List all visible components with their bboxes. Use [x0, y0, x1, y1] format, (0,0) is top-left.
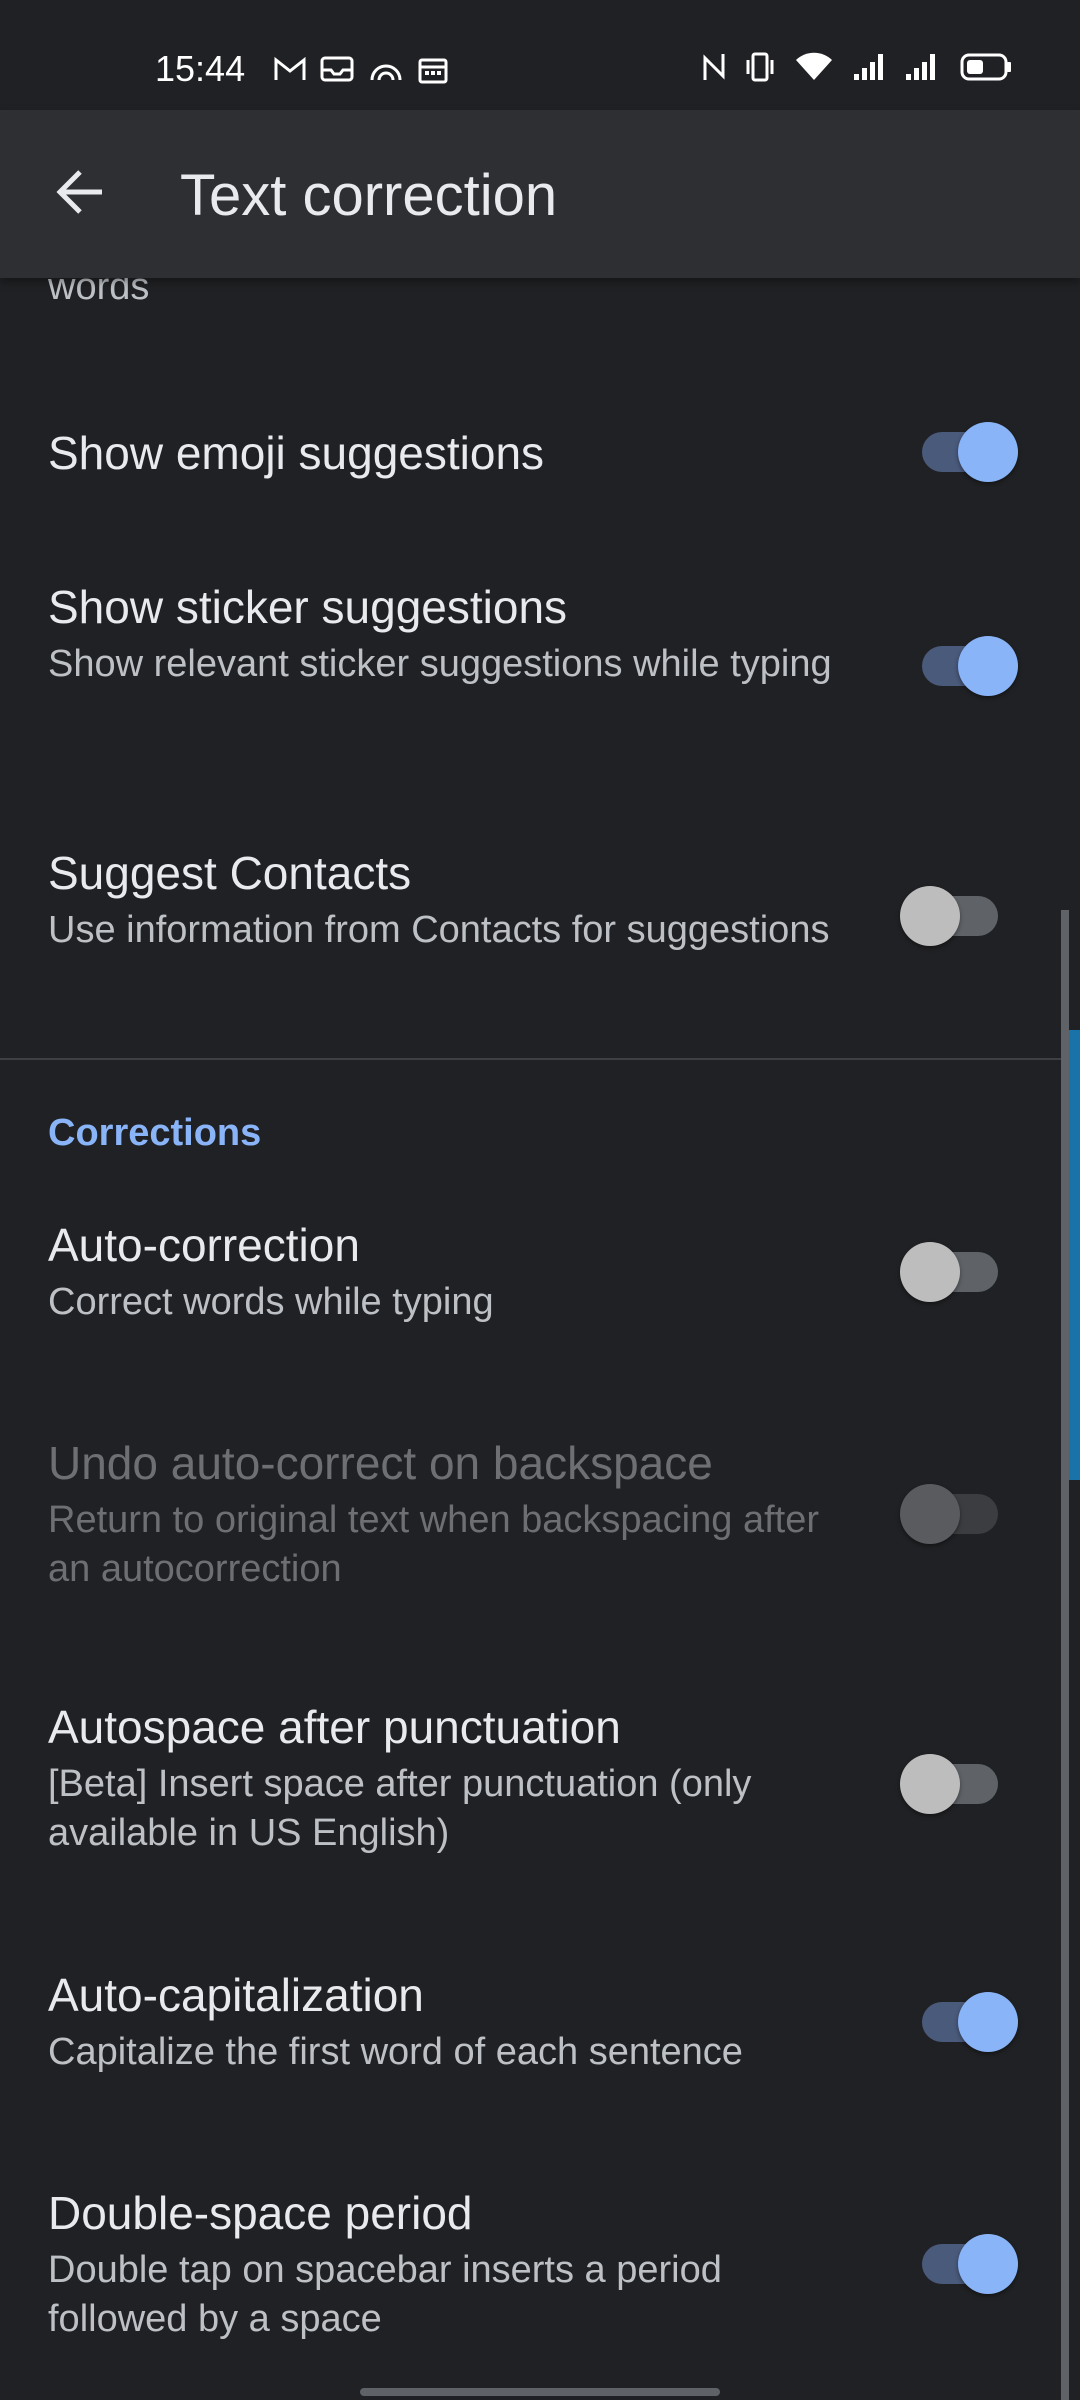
switch-thumb: [900, 1754, 960, 1814]
pref-title: Double-space period: [48, 2187, 473, 2239]
pref-undo-auto-correct: Undo auto-correct on backspace Return to…: [0, 1426, 1080, 1616]
switch-thumb: [900, 886, 960, 946]
page-title: Text correction: [180, 163, 558, 228]
signal-icon: [904, 52, 942, 87]
switch-thumb: [900, 1242, 960, 1302]
pref-summary: Return to original text when backspacing…: [48, 1499, 819, 1590]
arrow-back-icon: [54, 166, 106, 223]
signal-icon: [852, 52, 886, 87]
category-corrections: Corrections: [48, 1112, 262, 1154]
pref-auto-capitalization[interactable]: Auto-capitalization Capitalize the first…: [0, 1958, 1080, 2108]
pref-summary: [Beta] Insert space after punctuation (o…: [48, 1763, 752, 1854]
undo-auto-correct-switch: [900, 1484, 1020, 1544]
pref-summary: Capitalize the first word of each senten…: [48, 2031, 743, 2073]
sticker-suggestions-switch[interactable]: [900, 636, 1020, 696]
switch-thumb: [958, 1992, 1018, 2052]
vibrate-icon: [744, 52, 776, 87]
switch-thumb: [958, 2234, 1018, 2294]
pref-double-space-period[interactable]: Double-space period Double tap on spaceb…: [0, 2176, 1080, 2366]
pref-title: Show sticker suggestions: [48, 581, 568, 633]
pref-summary: Double tap on spacebar inserts a period …: [48, 2249, 722, 2340]
pref-summary: Use information from Contacts for sugges…: [48, 909, 830, 951]
app-bar: Text correction: [0, 110, 1080, 278]
switch-thumb: [958, 422, 1018, 482]
pref-title: Suggest Contacts: [48, 847, 412, 899]
scrollbar-track[interactable]: [1061, 910, 1069, 2400]
mail-icon: [320, 56, 354, 89]
wifi-icon: [794, 52, 834, 87]
auto-capitalization-switch[interactable]: [900, 1992, 1020, 2052]
double-space-period-switch[interactable]: [900, 2234, 1020, 2294]
pref-title: Auto-capitalization: [48, 1969, 424, 2021]
scrollbar-thumb[interactable]: [1069, 1030, 1080, 1480]
status-right-icons: [702, 52, 1012, 87]
section-divider: [0, 1058, 1080, 1060]
settings-list[interactable]: words Show emoji suggestions Show sticke…: [0, 278, 1080, 2400]
pref-title: Auto-correction: [48, 1219, 360, 1271]
hotspot-icon: [368, 56, 404, 89]
auto-correction-switch[interactable]: [900, 1242, 1020, 1302]
nfc-icon: [702, 52, 726, 87]
pref-summary: Correct words while typing: [48, 1281, 494, 1323]
pref-suggest-contacts[interactable]: Suggest Contacts Use information from Co…: [0, 836, 1080, 1026]
status-time: 15:44: [155, 48, 246, 89]
suggest-contacts-switch[interactable]: [900, 886, 1020, 946]
switch-thumb: [958, 636, 1018, 696]
pref-show-emoji-suggestions[interactable]: Show emoji suggestions: [0, 388, 1080, 508]
back-button[interactable]: [40, 154, 120, 234]
calendar-icon: [418, 56, 448, 89]
emoji-suggestions-switch[interactable]: [900, 422, 1020, 482]
pref-show-sticker-suggestions[interactable]: Show sticker suggestions Show relevant s…: [0, 570, 1080, 760]
cut-off-summary: words: [48, 278, 150, 308]
pref-auto-correction[interactable]: Auto-correction Correct words while typi…: [0, 1208, 1080, 1358]
pref-title: Show emoji suggestions: [48, 427, 545, 479]
switch-thumb: [900, 1484, 960, 1544]
status-bar: 15:44: [0, 0, 1080, 110]
pref-title: Autospace after punctuation: [48, 1701, 621, 1753]
status-left-icons: [274, 56, 448, 89]
pref-title: Undo auto-correct on backspace: [48, 1437, 713, 1489]
home-indicator[interactable]: [360, 2388, 720, 2396]
pref-summary: Show relevant sticker suggestions while …: [48, 643, 832, 685]
pref-autospace-after-punctuation[interactable]: Autospace after punctuation [Beta] Inser…: [0, 1690, 1080, 1880]
battery-icon: [960, 52, 1012, 87]
gmail-icon: [274, 56, 306, 89]
autospace-switch[interactable]: [900, 1754, 1020, 1814]
